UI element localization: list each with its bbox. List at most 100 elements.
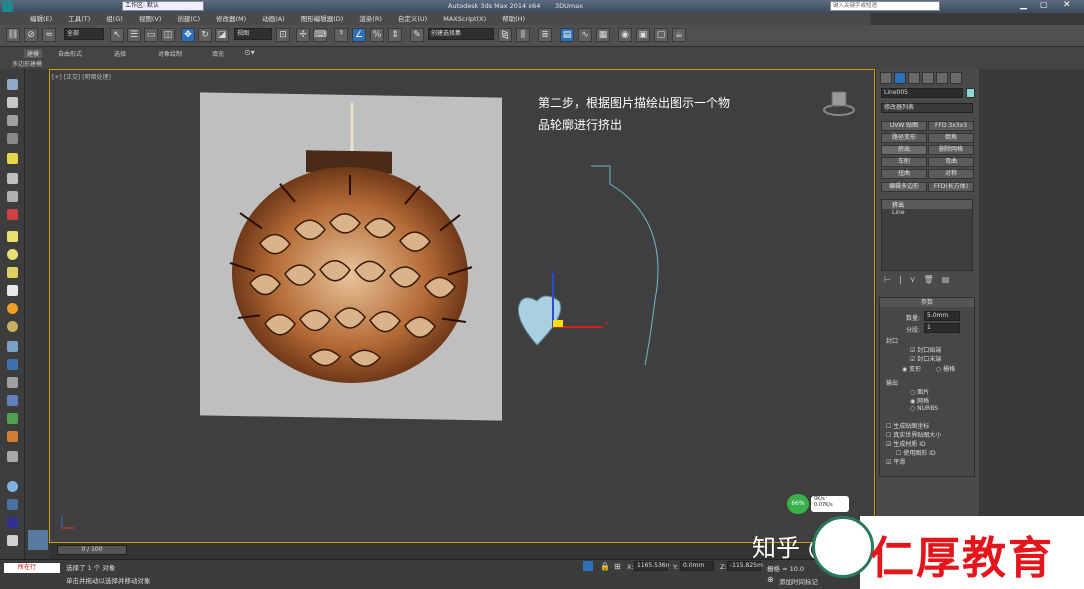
mod-twist-button[interactable]: 扭曲 — [881, 169, 927, 179]
environment-icon[interactable] — [7, 481, 18, 492]
timeline-toggle-icon[interactable] — [28, 530, 48, 550]
grid-icon[interactable] — [7, 133, 18, 144]
select-scale-icon[interactable]: ◪ — [215, 28, 229, 42]
ribbon-tab-modeling[interactable]: 建模 — [24, 49, 43, 58]
viewport-label[interactable]: [+] [正交] [明暗处理] — [52, 72, 111, 81]
workspace-combo[interactable]: 工作区: 默认 — [122, 1, 204, 11]
output-mesh-radio[interactable]: ◉ 网格 — [910, 396, 929, 405]
camera-icon[interactable] — [7, 173, 18, 184]
gen-matid-checkbox[interactable]: ☑ 生成材质 ID — [886, 439, 926, 448]
app-logo[interactable] — [2, 1, 13, 12]
globe-icon[interactable] — [7, 395, 18, 406]
teapot-icon[interactable] — [7, 97, 18, 108]
cap-start-checkbox[interactable]: ☑ 封口始端 — [910, 345, 941, 354]
reference-coord-combo[interactable]: 视图 — [234, 28, 272, 40]
utility-icon[interactable] — [7, 535, 18, 546]
modifier-list-dropdown[interactable]: 修改器列表 — [881, 103, 973, 113]
cylinder-icon[interactable] — [7, 267, 18, 278]
mod-delete-mesh-button[interactable]: 删除网格 — [928, 145, 974, 155]
select-rotate-icon[interactable]: ↻ — [198, 28, 212, 42]
ribbon-options-icon[interactable]: ⊙▾ — [244, 48, 255, 57]
remove-modifier-icon[interactable]: 🗑 — [924, 275, 942, 284]
rect-region-icon[interactable]: ▭ — [144, 28, 158, 42]
output-nurbs-radio[interactable]: ○ NURBS — [910, 405, 938, 412]
mod-lathe-button[interactable]: 车削 — [881, 157, 927, 167]
menu-maxscript[interactable]: MAXScript(X) — [435, 13, 494, 25]
select-manipulate-icon[interactable]: ✢ — [296, 28, 310, 42]
shapes-icon[interactable] — [7, 341, 18, 352]
minimize-icon[interactable]: ▁ — [1020, 0, 1027, 10]
menu-customize[interactable]: 自定义(U) — [390, 13, 435, 25]
systems-icon[interactable] — [7, 377, 18, 388]
angle-snap-icon[interactable]: ∠ — [352, 28, 366, 42]
ribbon-tab-object-paint[interactable]: 对象绘制 — [158, 49, 182, 58]
selection-filter-combo[interactable]: 全部 — [64, 28, 104, 40]
viewcube-icon[interactable] — [822, 88, 856, 118]
menu-modifiers[interactable]: 修改器(M) — [208, 13, 254, 25]
segments-spinner[interactable]: 1 — [924, 323, 960, 333]
menu-views[interactable]: 视图(V) — [131, 13, 170, 25]
modify-tab-icon[interactable] — [894, 72, 906, 84]
maximize-icon[interactable]: ▢ — [1040, 0, 1048, 9]
render-setup-icon[interactable]: ▣ — [636, 28, 650, 42]
graphite-toggle-icon[interactable]: ▤ — [560, 28, 574, 42]
pin-stack-icon[interactable]: ⊢ — [884, 275, 899, 284]
amount-spinner[interactable]: 5.0mm — [924, 311, 960, 321]
terrain-icon[interactable] — [7, 431, 18, 442]
select-object-icon[interactable]: ↖ — [110, 28, 124, 42]
pivot-center-icon[interactable]: ⊡ — [276, 28, 290, 42]
menu-help[interactable]: 帮助(H) — [494, 13, 533, 25]
ribbon-tab-freeform[interactable]: 自由形式 — [58, 49, 82, 58]
spinner-snap-icon[interactable]: ⇕ — [388, 28, 402, 42]
select-move-icon[interactable]: ✥ — [181, 28, 195, 42]
mod-ffd-box-button[interactable]: FFD(长方体) — [928, 182, 974, 192]
plant-icon[interactable] — [7, 413, 18, 424]
smooth-checkbox[interactable]: ☑ 平滑 — [886, 457, 905, 466]
list-icon[interactable] — [7, 115, 18, 126]
ribbon-subpanel[interactable]: 多边形建模 — [12, 59, 42, 68]
menu-rendering[interactable]: 渲染(R) — [351, 13, 390, 25]
menu-group[interactable]: 组(G) — [98, 13, 131, 25]
named-selection-combo[interactable]: 创建选择集 — [428, 28, 494, 40]
morph-radio[interactable]: ◉ 变形 — [902, 364, 921, 373]
gen-mapping-checkbox[interactable]: ☐ 生成贴图坐标 — [886, 421, 929, 430]
close-icon[interactable]: ✕ — [1063, 0, 1071, 10]
configure-sets-icon[interactable]: ▤ — [942, 275, 958, 284]
reference-image-plane[interactable] — [200, 92, 502, 421]
lock-icon[interactable]: 🔒 — [600, 562, 610, 571]
snap-toggle-icon[interactable]: ³ — [334, 28, 348, 42]
motion-tab-icon[interactable] — [922, 72, 934, 84]
add-time-tag[interactable]: 添加时间标记 — [779, 576, 818, 586]
effects-icon[interactable] — [7, 517, 18, 528]
show-end-result-icon[interactable]: | — [899, 275, 910, 284]
extruded-shape[interactable]: z x — [515, 265, 615, 355]
mod-edit-poly-button[interactable]: 编辑多边形 — [881, 182, 927, 192]
params-rollout-title[interactable]: 参数 — [880, 298, 974, 307]
box-icon[interactable] — [7, 231, 18, 242]
sphere-icon[interactable] — [7, 249, 18, 260]
percent-snap-icon[interactable]: % — [370, 28, 384, 42]
light-icon[interactable] — [7, 153, 18, 164]
render-icon[interactable] — [7, 499, 18, 510]
cap-end-checkbox[interactable]: ☑ 封口末端 — [910, 354, 941, 363]
compound-icon[interactable] — [7, 359, 18, 370]
menu-edit[interactable]: 编辑(E) — [0, 13, 60, 25]
sun-icon[interactable] — [7, 303, 18, 314]
mod-symmetry-button[interactable]: 对称 — [928, 169, 974, 179]
mirror-icon[interactable]: ⧎ — [498, 28, 512, 42]
stack-item-extrude[interactable]: 挤出 — [882, 200, 972, 209]
create-tab-icon[interactable] — [880, 72, 892, 84]
menu-create[interactable]: 创建(C) — [169, 13, 208, 25]
object-color-swatch[interactable] — [966, 88, 975, 98]
mod-bevel-button[interactable]: 倒角 — [928, 133, 974, 143]
mod-uvw-map-button[interactable]: UVW 贴图 — [881, 121, 927, 131]
layer-manager-icon[interactable]: ≣ — [538, 28, 552, 42]
unlink-icon[interactable]: ⊘ — [24, 28, 38, 42]
mod-bend-button[interactable]: 弯曲 — [928, 157, 974, 167]
select-by-name-icon[interactable]: ☰ — [127, 28, 141, 42]
material-editor-icon[interactable]: ◉ — [618, 28, 632, 42]
maxscript-listener[interactable]: 所在行 — [4, 563, 60, 573]
time-tag-icon[interactable]: ⊕ — [767, 575, 774, 584]
real-world-checkbox[interactable]: ☐ 真实世界贴图大小 — [886, 430, 941, 439]
container-icon[interactable] — [7, 79, 18, 90]
